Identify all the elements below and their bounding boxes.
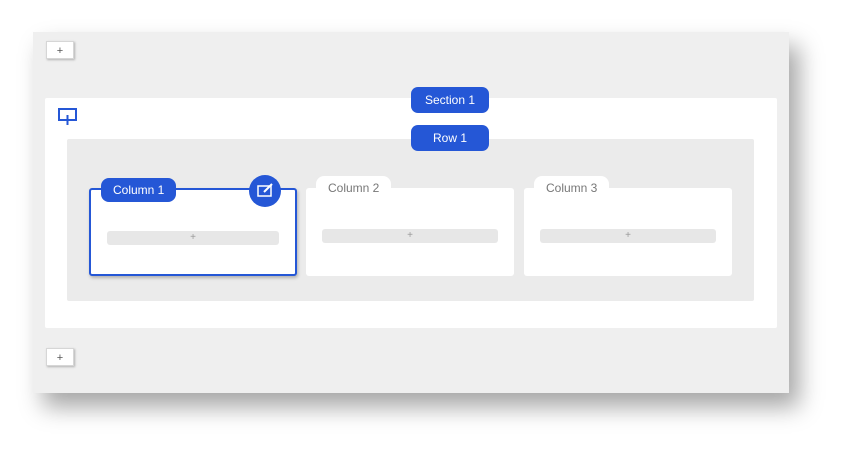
column-1-label[interactable]: Column 1 (101, 178, 177, 202)
column-1-add-module-button[interactable]: + (107, 231, 279, 245)
column-3-label[interactable]: Column 3 (534, 176, 610, 200)
column-2[interactable]: Column 2 + (306, 176, 514, 276)
column-2-label[interactable]: Column 2 (316, 176, 392, 200)
add-section-above-button[interactable]: + (46, 41, 74, 59)
column-3[interactable]: Column 3 + (524, 176, 732, 276)
builder-canvas: + Section 1 Column 1 + Column 2 + Column… (33, 32, 789, 393)
edit-icon[interactable] (249, 175, 281, 207)
column-3-add-module-button[interactable]: + (540, 229, 716, 243)
add-section-below-button[interactable]: + (46, 348, 74, 366)
section-label-pill[interactable]: Section 1 (411, 87, 489, 113)
row-container[interactable]: Column 1 + Column 2 + Column 3 + (67, 139, 754, 301)
row-label-pill[interactable]: Row 1 (411, 125, 489, 151)
section-container[interactable]: Section 1 Column 1 + Column 2 + Column 3… (45, 87, 777, 328)
add-section-icon[interactable] (58, 108, 78, 126)
column-2-add-module-button[interactable]: + (322, 229, 498, 243)
column-1[interactable]: Column 1 + (89, 175, 297, 276)
